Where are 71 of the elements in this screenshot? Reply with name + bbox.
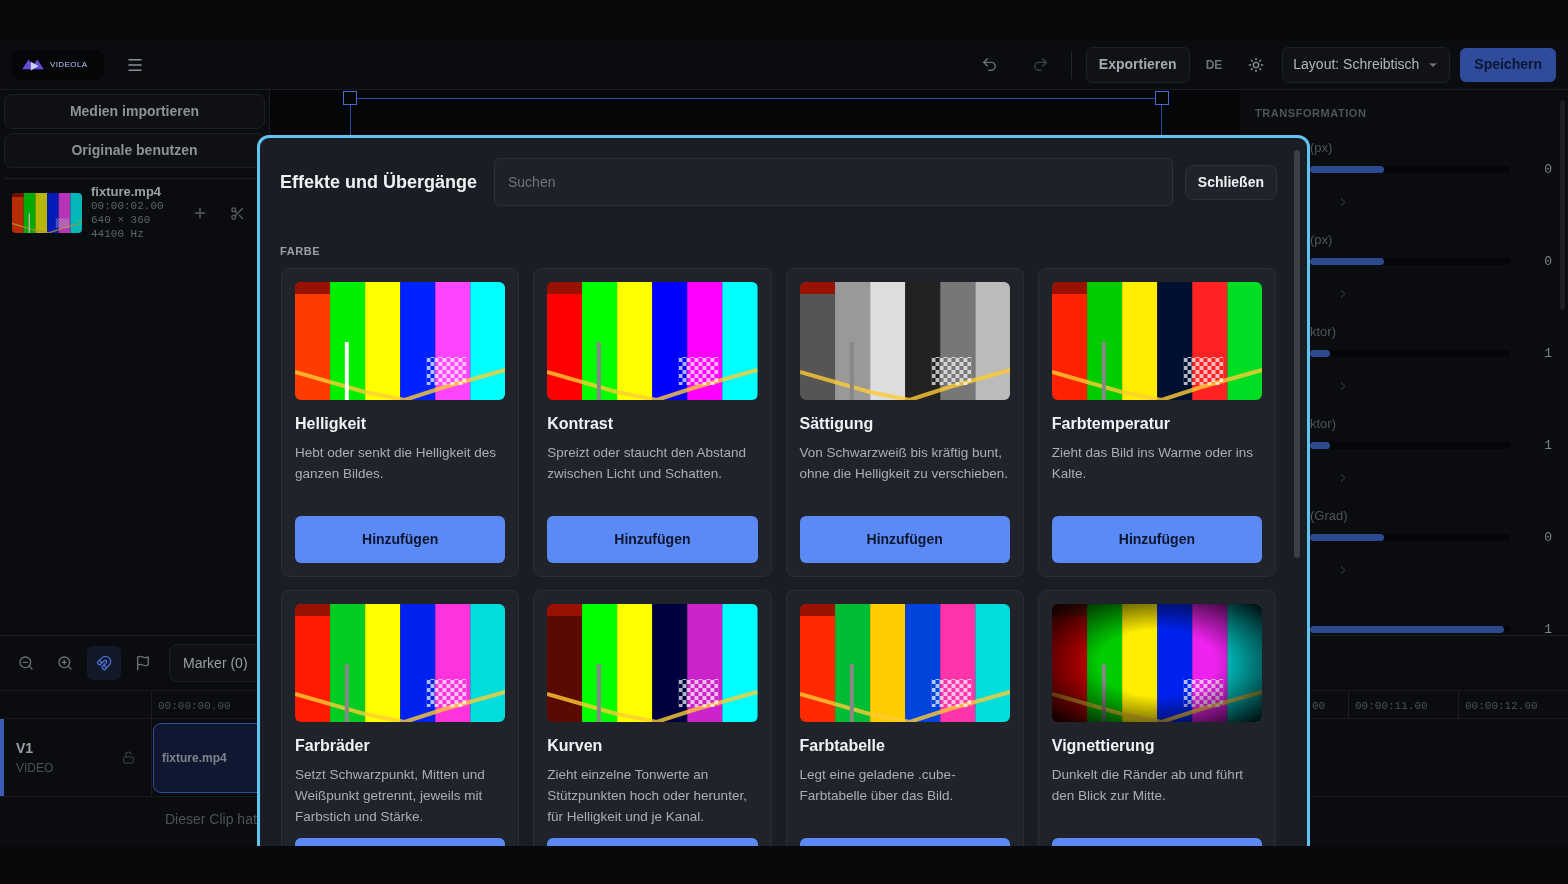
layout-select[interactable]: Layout: Schreibtisch	[1282, 46, 1451, 83]
property-label: (px)	[1310, 230, 1334, 248]
property-value: 0	[1544, 252, 1552, 271]
flag-icon	[135, 655, 151, 671]
ruler-time: 00:00:11.00	[1348, 691, 1458, 718]
add-button[interactable]: Hinzufügen	[799, 516, 1010, 563]
effect-title: Kontrast	[547, 414, 615, 434]
scissors-icon[interactable]	[229, 205, 245, 221]
effect-description: Zieht das Bild ins Warme oder ins Kalte.	[1051, 444, 1255, 483]
zoom-out-icon	[18, 655, 34, 671]
property-label: (Grad)	[1310, 506, 1349, 524]
resize-handle[interactable]	[343, 91, 357, 105]
export-button[interactable]: Exportieren	[1085, 46, 1190, 83]
effect-description: Spreizt oder staucht den Abstand zwischen Licht und Schatten.	[547, 444, 748, 483]
media-duration: 00:00:02.00	[91, 199, 164, 213]
ruler-time: 00	[1311, 699, 1327, 714]
property-label: ktor)	[1310, 414, 1337, 432]
property-value: 0	[1544, 528, 1552, 547]
property-value: 1	[1544, 620, 1552, 639]
add-button[interactable]: Hinzufügen	[295, 516, 506, 563]
slider-track[interactable]	[1310, 349, 1510, 357]
zoom-in-icon	[57, 655, 73, 671]
ruler-time: 00:00:00.00	[158, 699, 231, 714]
magnet-button[interactable]	[87, 646, 121, 680]
property-value: 1	[1544, 436, 1552, 455]
add-button[interactable]: Hinzufügen	[1051, 516, 1262, 563]
effect-description: Setzt Schwarzpunkt, Mitten und Weißpunkt getrennt, jeweils mit Farbstich und Stärke.	[295, 766, 486, 826]
clip-notice: Dieser Clip hat	[165, 810, 257, 829]
logo-text: VIDEOLA	[50, 58, 88, 71]
effect-description: Von Schwarzweiß bis kräftig bunt, ohne die Helligkeit zu verschieben.	[799, 444, 1010, 483]
ruler-time: 00:00:12.00	[1458, 691, 1568, 718]
media-button[interactable]: Originale benutzen	[4, 133, 265, 168]
effect-title: Vignettierung	[1051, 736, 1156, 756]
slider-track[interactable]	[1310, 165, 1510, 173]
sun-icon	[1248, 56, 1265, 73]
redo-icon	[1031, 56, 1049, 73]
effect-description: Hebt oder senkt die Helligkeit des ganzen Bildes.	[295, 444, 498, 483]
theme-button[interactable]	[1248, 56, 1265, 73]
effect-title: Farbtemperatur	[1051, 414, 1171, 434]
slider-track[interactable]	[1310, 257, 1510, 265]
property-label: ktor)	[1310, 322, 1337, 340]
effect-title: Farbräder	[295, 736, 371, 756]
media-name: fixture.mp4	[91, 185, 163, 199]
effect-description: Zieht einzelne Tonwerte an Stützpunkten hoch oder herunter, für Helligkeit und je Kanal.	[547, 766, 748, 826]
media-resolution: 640 × 360	[91, 213, 152, 227]
dialog-title: Effekte und Übergänge	[280, 170, 479, 194]
track-type: VIDEO	[16, 760, 54, 777]
property-value: 1	[1544, 344, 1552, 363]
track-name: V1	[16, 739, 35, 758]
slider-track[interactable]	[1310, 441, 1510, 449]
effect-title: Kurven	[547, 736, 604, 756]
slider-track[interactable]	[1310, 533, 1510, 541]
search-field[interactable]: Suchen	[494, 158, 1173, 206]
section-title: TRANSFORMATION	[1255, 106, 1368, 121]
add-button[interactable]: Hinzufügen	[547, 516, 758, 563]
property-value: 0	[1544, 160, 1552, 179]
magnet-icon	[96, 655, 112, 671]
effect-title: Helligkeit	[295, 414, 368, 434]
resize-handle[interactable]	[1155, 91, 1169, 105]
close-button[interactable]: Schließen	[1184, 164, 1277, 200]
effect-description: Dunkelt die Ränder ab und führt den Blick zur Mitte.	[1051, 766, 1245, 805]
property-label: (px)	[1310, 138, 1334, 156]
media-sample-rate: 44100 Hz	[91, 227, 145, 241]
effect-title: Farbtabelle	[799, 736, 886, 756]
language-button[interactable]: DE	[1205, 55, 1223, 74]
effect-title: Sättigung	[799, 414, 875, 434]
lock-icon	[122, 751, 135, 764]
undo-icon	[980, 56, 998, 73]
media-button[interactable]: Medien importieren	[4, 94, 265, 129]
section-title: FARBE	[280, 245, 321, 257]
effect-description: Legt eine geladene .cube-Farbtabelle über das Bild.	[799, 766, 957, 805]
